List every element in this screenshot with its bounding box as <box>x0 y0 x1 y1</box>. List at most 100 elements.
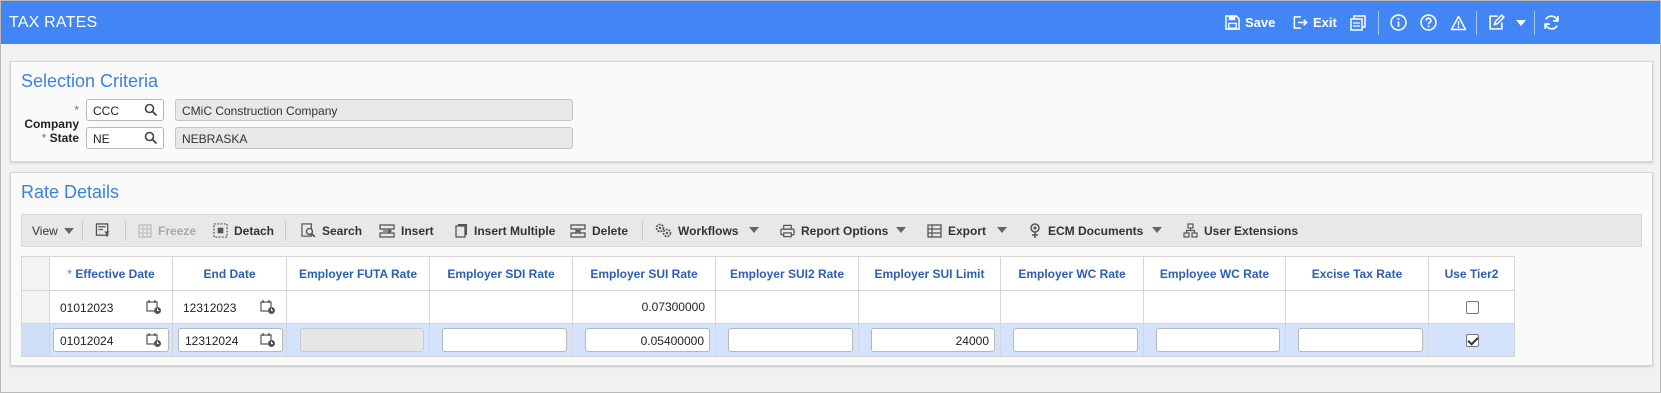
sui-rate-cell[interactable]: 0.07300000 <box>572 290 716 324</box>
col-effective-date[interactable]: * Effective Date <box>49 256 173 291</box>
search-icon <box>301 223 316 238</box>
warning-button[interactable] <box>1450 1 1467 44</box>
use-tier2-checkbox[interactable] <box>1465 334 1479 347</box>
user-extensions-button[interactable]: User Extensions <box>1183 215 1298 246</box>
use-tier2-checkbox[interactable] <box>1465 301 1479 314</box>
insert-button[interactable]: Insert <box>379 215 434 246</box>
delete-button[interactable]: Delete <box>570 215 628 246</box>
search-icon[interactable] <box>144 103 158 117</box>
company-name-field: CMiC Construction Company <box>175 99 573 121</box>
freeze-button[interactable]: Freeze <box>138 215 196 246</box>
toolbar-divider <box>285 221 286 241</box>
excise-tax-rate-cell <box>1285 323 1429 357</box>
futa-rate-input <box>300 328 424 352</box>
print-layout-button[interactable] <box>1350 1 1366 44</box>
insert-multiple-button[interactable]: Insert Multiple <box>455 215 555 246</box>
app-window: TAX RATES Save Exit Selection Criteria *… <box>0 0 1661 393</box>
excise-tax-rate-input[interactable] <box>1298 328 1423 352</box>
ecm-documents-dropdown-icon[interactable] <box>1152 227 1162 233</box>
sui-limit-input[interactable]: 24000 <box>871 328 995 352</box>
refresh-button[interactable] <box>1543 1 1560 44</box>
view-menu[interactable]: View <box>32 215 80 246</box>
more-options-dropdown[interactable] <box>1516 1 1526 44</box>
edit-icon <box>1489 14 1505 30</box>
table-row[interactable]: 01012024 12312024 0.05400000 24000 <box>21 323 1515 357</box>
table-row[interactable]: 01012023 12312023 0.07300000 <box>21 290 1515 324</box>
sdi-rate-input[interactable] <box>442 328 567 352</box>
sdi-rate-cell[interactable] <box>429 290 573 324</box>
col-excise-tax-rate[interactable]: Excise Tax Rate <box>1285 256 1429 291</box>
col-use-tier2[interactable]: Use Tier2 <box>1428 256 1515 291</box>
er-wc-rate-input[interactable] <box>1013 328 1138 352</box>
exit-button[interactable]: Exit <box>1292 1 1337 44</box>
col-employer-sui-rate[interactable]: Employer SUI Rate <box>572 256 716 291</box>
sdi-rate-cell <box>429 323 573 357</box>
query-by-example-button[interactable] <box>95 215 117 246</box>
search-icon[interactable] <box>144 131 158 145</box>
page-title: TAX RATES <box>9 14 98 31</box>
info-button[interactable] <box>1390 1 1407 44</box>
selection-criteria-title: Selection Criteria <box>21 71 159 91</box>
col-employer-futa-rate[interactable]: Employer FUTA Rate <box>286 256 430 291</box>
search-button[interactable]: Search <box>301 215 362 246</box>
row-selector[interactable] <box>21 290 50 324</box>
report-options-dropdown-icon[interactable] <box>896 227 906 233</box>
insert-row-icon <box>379 223 395 238</box>
col-employer-sdi-rate[interactable]: Employer SDI Rate <box>429 256 573 291</box>
calendar-icon[interactable] <box>260 332 276 348</box>
toolbar-divider <box>82 221 83 241</box>
report-options-button[interactable]: Report Options <box>780 215 888 246</box>
er-wc-rate-cell <box>1000 323 1144 357</box>
rate-details-title: Rate Details <box>21 182 120 202</box>
selection-criteria-panel: Selection Criteria * Company CCC CMiC Co… <box>10 61 1653 162</box>
chevron-down-icon <box>1516 19 1526 26</box>
toolbar-divider <box>1378 11 1379 35</box>
excise-tax-rate-cell[interactable] <box>1285 290 1429 324</box>
export-button[interactable]: Export <box>927 215 986 246</box>
futa-rate-cell[interactable] <box>286 290 430 324</box>
edit-personalization-button[interactable] <box>1488 1 1505 44</box>
insert-multiple-icon <box>455 224 467 238</box>
toolbar-divider <box>1476 11 1477 35</box>
workflows-button[interactable]: Workflows <box>655 215 738 246</box>
toolbar-divider <box>1534 11 1535 35</box>
save-button[interactable]: Save <box>1225 1 1275 44</box>
end-date-cell: 12312024 <box>172 323 287 357</box>
col-employer-sui-limit[interactable]: Employer SUI Limit <box>858 256 1001 291</box>
col-end-date[interactable]: End Date <box>172 256 287 291</box>
freeze-icon <box>138 223 152 238</box>
col-employer-wc-rate[interactable]: Employer WC Rate <box>1000 256 1144 291</box>
calendar-icon[interactable] <box>146 299 162 315</box>
effective-date-cell[interactable]: 01012023 <box>49 290 173 324</box>
end-date-cell[interactable]: 12312023 <box>172 290 287 324</box>
col-employee-wc-rate[interactable]: Employee WC Rate <box>1143 256 1286 291</box>
ee-wc-rate-input[interactable] <box>1156 328 1280 352</box>
state-code-input[interactable]: NE <box>86 127 164 149</box>
sui2-rate-cell[interactable] <box>715 290 859 324</box>
detach-button[interactable]: Detach <box>213 215 274 246</box>
er-wc-rate-cell[interactable] <box>1000 290 1144 324</box>
state-name-field: NEBRASKA <box>175 127 573 149</box>
export-dropdown-icon[interactable] <box>997 227 1007 233</box>
workflows-dropdown-icon[interactable] <box>749 227 759 233</box>
row-selector[interactable] <box>21 323 50 357</box>
col-employer-sui2-rate[interactable]: Employer SUI2 Rate <box>715 256 859 291</box>
ecm-documents-button[interactable]: ECM Documents <box>1028 215 1143 246</box>
export-table-icon <box>927 223 942 238</box>
ee-wc-rate-cell[interactable] <box>1143 290 1286 324</box>
futa-rate-cell <box>286 323 430 357</box>
printer-icon <box>780 224 795 237</box>
toolbar-divider <box>642 221 643 241</box>
help-button[interactable] <box>1420 1 1437 44</box>
sui-rate-input[interactable]: 0.05400000 <box>585 328 710 352</box>
sui-limit-cell[interactable] <box>858 290 1001 324</box>
filter-form-icon <box>95 223 110 238</box>
calendar-icon[interactable] <box>260 299 276 315</box>
sui-rate-cell: 0.05400000 <box>572 323 716 357</box>
calendar-icon[interactable] <box>146 332 162 348</box>
company-code-input[interactable]: CCC <box>86 99 164 121</box>
sui2-rate-input[interactable] <box>728 328 853 352</box>
refresh-icon <box>1544 15 1559 30</box>
use-tier2-cell <box>1428 290 1515 324</box>
ee-wc-rate-cell <box>1143 323 1286 357</box>
